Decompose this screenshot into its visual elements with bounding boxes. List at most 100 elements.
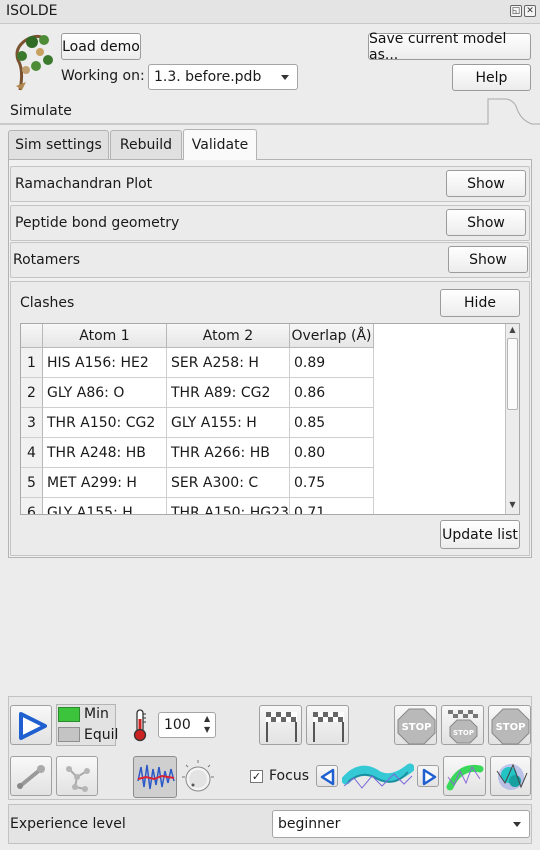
residue-preview-icon bbox=[342, 763, 414, 789]
scroll-down-icon[interactable]: ▼ bbox=[507, 500, 518, 512]
tab-rebuild[interactable]: Rebuild bbox=[110, 130, 182, 159]
table-cell[interactable]: GLY A86: O bbox=[43, 378, 167, 408]
temperature-dial-icon[interactable] bbox=[180, 758, 216, 796]
table-cell[interactable]: 0.80 bbox=[290, 438, 374, 468]
equil-indicator[interactable] bbox=[58, 727, 80, 742]
thermometer-icon bbox=[133, 709, 147, 742]
help-button[interactable]: Help bbox=[452, 64, 531, 91]
stop-text: STOP bbox=[402, 722, 432, 733]
close-icon[interactable]: ✕ bbox=[524, 5, 536, 17]
table-cell[interactable]: 0.71 bbox=[290, 498, 374, 514]
table-cell[interactable]: THR A150: CG2 bbox=[43, 408, 167, 438]
table-scrollbar[interactable]: ▲ ▼ bbox=[505, 324, 519, 514]
load-demo-button[interactable]: Load demo bbox=[61, 33, 141, 60]
row-header[interactable]: 5 bbox=[21, 468, 43, 498]
equil-label[interactable]: Equil bbox=[84, 727, 118, 743]
stop-sign-icon: STOP bbox=[491, 708, 530, 745]
focus-checkbox[interactable]: ✓ bbox=[250, 770, 263, 783]
float-window-icon[interactable]: ◱ bbox=[510, 5, 522, 17]
arrow-left-icon bbox=[320, 768, 335, 786]
rotamers-show-button[interactable]: Show bbox=[448, 246, 528, 273]
play-icon bbox=[19, 712, 47, 740]
min-label[interactable]: Min bbox=[84, 706, 109, 722]
row-header[interactable]: 3 bbox=[21, 408, 43, 438]
simulate-header bbox=[0, 98, 540, 128]
scroll-up-icon[interactable]: ▲ bbox=[507, 325, 518, 337]
toggle-simulation-view-button[interactable] bbox=[133, 756, 177, 798]
column-header-atom2[interactable]: Atom 2 bbox=[167, 324, 290, 348]
table-cell[interactable]: SER A258: H bbox=[167, 348, 290, 378]
scrollbar-thumb[interactable] bbox=[507, 338, 518, 410]
checkpoint-flag-icon bbox=[313, 712, 344, 742]
previous-residue-button[interactable] bbox=[316, 765, 338, 787]
experience-select-value: beginner bbox=[278, 816, 341, 832]
tab-sim-settings[interactable]: Sim settings bbox=[8, 130, 109, 159]
row-header[interactable]: 4 bbox=[21, 438, 43, 468]
table-corner bbox=[21, 324, 43, 348]
table-cell[interactable]: THR A248: HB bbox=[43, 438, 167, 468]
table-cell[interactable]: THR A150: HG23 bbox=[167, 498, 290, 514]
stop-checkpoint-icon: STOP bbox=[448, 710, 478, 744]
show-all-button[interactable] bbox=[490, 756, 531, 796]
start-simulation-button[interactable] bbox=[10, 705, 52, 745]
table-cell[interactable]: MET A299: H bbox=[43, 468, 167, 498]
title-bar bbox=[0, 0, 540, 24]
temperature-spinbox[interactable]: 100 ▲ ▼ bbox=[158, 712, 216, 738]
model-select[interactable]: 1.3. before.pdb bbox=[148, 64, 298, 90]
min-indicator[interactable] bbox=[58, 707, 80, 722]
row-header[interactable]: 2 bbox=[21, 378, 43, 408]
update-list-button[interactable]: Update list bbox=[440, 520, 520, 549]
table-cell[interactable]: 0.86 bbox=[290, 378, 374, 408]
tug-residue-button[interactable] bbox=[56, 756, 98, 796]
table-cell[interactable]: GLY A155: H bbox=[43, 498, 167, 514]
stop-sign-icon: STOP bbox=[397, 708, 436, 745]
clashes-table[interactable]: Atom 1 Atom 2 Overlap (Å) 1 HIS A156: HE… bbox=[20, 323, 520, 515]
experience-label: Experience level bbox=[10, 816, 126, 832]
store-checkpoint-button[interactable] bbox=[259, 705, 302, 745]
table-cell[interactable]: 0.89 bbox=[290, 348, 374, 378]
chevron-down-icon bbox=[513, 822, 521, 827]
waveform-icon bbox=[137, 764, 175, 790]
rotamers-label: Rotamers bbox=[13, 252, 81, 268]
chevron-down-icon bbox=[281, 75, 289, 80]
column-header-atom1[interactable]: Atom 1 bbox=[43, 324, 167, 348]
tug-atom-button[interactable] bbox=[10, 756, 52, 796]
window-title: ISOLDE bbox=[6, 3, 58, 19]
isolde-logo-icon bbox=[15, 34, 53, 91]
next-residue-button[interactable] bbox=[417, 765, 439, 787]
ramachandran-show-button[interactable]: Show bbox=[446, 170, 526, 197]
spin-up-icon[interactable]: ▲ bbox=[204, 714, 210, 723]
stop-keep-button[interactable]: STOP bbox=[394, 705, 437, 745]
stop-text: STOP bbox=[496, 722, 526, 733]
revert-checkpoint-button[interactable] bbox=[306, 705, 349, 745]
experience-select[interactable]: beginner bbox=[272, 810, 530, 838]
table-cell[interactable]: THR A266: HB bbox=[167, 438, 290, 468]
table-cell[interactable]: 0.75 bbox=[290, 468, 374, 498]
table-cell[interactable]: SER A300: C bbox=[167, 468, 290, 498]
selection-icon bbox=[446, 764, 484, 791]
focus-label[interactable]: Focus bbox=[269, 768, 309, 784]
table-cell[interactable]: GLY A155: H bbox=[167, 408, 290, 438]
clashes-hide-button[interactable]: Hide bbox=[440, 289, 520, 317]
table-cell[interactable]: 0.85 bbox=[290, 408, 374, 438]
table-cell[interactable]: THR A89: CG2 bbox=[167, 378, 290, 408]
save-model-button[interactable]: Save current model as... bbox=[368, 31, 531, 63]
temperature-value[interactable]: 100 bbox=[164, 717, 191, 733]
peptide-bond-label: Peptide bond geometry bbox=[15, 215, 180, 231]
show-selection-button[interactable] bbox=[443, 756, 486, 796]
row-header[interactable]: 1 bbox=[21, 348, 43, 378]
peptide-bond-show-button[interactable]: Show bbox=[446, 209, 526, 236]
spin-down-icon[interactable]: ▼ bbox=[204, 725, 210, 734]
stop-revert-checkpoint-button[interactable]: STOP bbox=[441, 705, 484, 745]
stop-discard-button[interactable]: STOP bbox=[488, 705, 531, 745]
simulate-label[interactable]: Simulate bbox=[10, 103, 72, 119]
molecule-icon bbox=[66, 766, 90, 792]
model-select-value: 1.3. before.pdb bbox=[154, 69, 262, 85]
row-header[interactable]: 6 bbox=[21, 498, 43, 514]
stop-text: STOP bbox=[453, 729, 474, 737]
arrow-right-icon bbox=[422, 768, 437, 786]
tab-validate[interactable]: Validate bbox=[183, 129, 257, 160]
table-cell[interactable]: HIS A156: HE2 bbox=[43, 348, 167, 378]
column-header-overlap[interactable]: Overlap (Å) bbox=[290, 324, 374, 348]
clashes-label: Clashes bbox=[20, 295, 75, 311]
